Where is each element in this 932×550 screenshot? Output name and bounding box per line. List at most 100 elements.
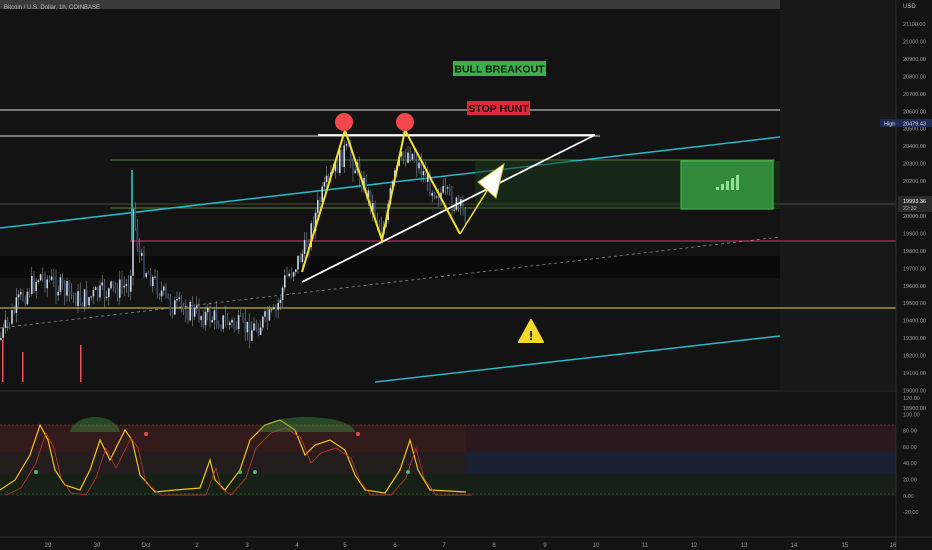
candle-body <box>257 329 260 335</box>
osc-tick-label: 120.00 <box>903 396 920 402</box>
price-tick-label: 20300.00 <box>903 162 926 168</box>
price-tick-label: 21100.00 <box>903 22 926 28</box>
price-axis[interactable] <box>896 0 932 550</box>
candle-body <box>242 316 244 319</box>
candle-body <box>191 301 194 317</box>
candle-body <box>319 200 321 202</box>
candle-body <box>292 272 295 277</box>
osc-tick-label: 80.00 <box>903 429 917 435</box>
candle-body <box>160 290 163 297</box>
osc-cross-marker <box>144 432 148 436</box>
top-bar <box>0 0 800 9</box>
candle-body <box>345 143 348 146</box>
candle-body <box>418 162 420 169</box>
candle-body <box>202 316 205 326</box>
candle-body <box>235 326 238 330</box>
candle-body <box>138 246 141 256</box>
candle-body <box>53 276 55 279</box>
candle-body <box>317 200 319 213</box>
candle-body <box>413 153 416 162</box>
candle-body <box>37 280 40 283</box>
candle-body <box>200 316 202 321</box>
time-axis[interactable]: 29 30 Oct 2 3 4 5 6 7 8 9 10 11 12 13 14 15 16 <box>45 543 897 549</box>
candle-body <box>303 239 306 254</box>
warning-glyph: ! <box>529 328 533 343</box>
osc-cross-marker <box>253 470 257 474</box>
candle-body <box>4 319 7 328</box>
candle-body <box>154 276 156 278</box>
time-tick-label: 30 <box>94 543 101 549</box>
candle-body <box>288 273 290 277</box>
candle-body <box>213 310 216 321</box>
candle-body <box>180 297 183 306</box>
candle-body <box>431 192 433 196</box>
candle-body <box>174 300 176 315</box>
price-tick-label: 19600.00 <box>903 284 926 290</box>
candle-body <box>178 297 180 299</box>
candle-body <box>127 284 130 292</box>
time-tick-label: 15 <box>842 543 849 549</box>
osc-overbought-fill <box>70 417 120 432</box>
candle-body <box>72 293 75 296</box>
candle-body <box>237 315 240 330</box>
candle-body <box>222 315 224 329</box>
candle-body <box>13 310 15 313</box>
candle-body <box>233 319 235 327</box>
candle-body <box>110 281 112 289</box>
osc-cross-marker <box>406 470 410 474</box>
candle-body <box>26 291 29 305</box>
candle-body <box>189 301 191 321</box>
candle-body <box>321 186 323 202</box>
osc-cross-marker <box>238 470 242 474</box>
candle-body <box>119 279 121 298</box>
candle-body <box>449 187 451 192</box>
candle-body <box>33 276 35 291</box>
osc-tick-label: 20.00 <box>903 478 917 484</box>
candle-body <box>88 297 90 306</box>
candle-body <box>207 308 209 313</box>
candle-body <box>378 222 381 225</box>
candle-body <box>224 315 227 319</box>
candle-body <box>339 149 341 173</box>
current-price-value: 19993.36 <box>903 199 926 205</box>
double-top-pattern[interactable] <box>301 126 461 273</box>
candle-body <box>306 239 308 249</box>
candle-body <box>343 145 345 167</box>
price-tick-label: 19900.00 <box>903 231 926 237</box>
candle-body <box>218 324 220 328</box>
candle-body <box>169 298 172 311</box>
time-tick-label: 6 <box>393 543 397 549</box>
candle-body <box>94 287 97 291</box>
future-region <box>780 0 896 390</box>
candle-body <box>68 281 70 292</box>
candle-body <box>301 253 304 263</box>
candle-body <box>279 299 282 303</box>
candle-body <box>125 284 128 286</box>
time-tick-label: 3 <box>245 543 249 549</box>
chart-canvas[interactable]: Bitcoin / U.S. Dollar, 1h, COINBASE BULL… <box>0 0 932 550</box>
channel-lower-line[interactable] <box>374 335 781 383</box>
candle-body <box>44 274 46 289</box>
candle-body <box>75 295 77 307</box>
candle-body <box>145 273 147 277</box>
price-tick-label: 20000.00 <box>903 214 926 220</box>
price-tick-label: 19700.00 <box>903 266 926 272</box>
candle-body <box>284 275 286 288</box>
osc-cross-marker <box>356 432 360 436</box>
candle-body <box>444 185 447 189</box>
candle-body <box>253 323 255 331</box>
candle-body <box>435 196 438 198</box>
candle-body <box>424 171 427 182</box>
candle-body <box>266 311 268 321</box>
candle-body <box>31 276 33 295</box>
price-tick-label: 19300.00 <box>903 336 926 342</box>
candle-body <box>42 274 44 276</box>
osc-mid-zone <box>0 452 466 474</box>
volume-band <box>0 256 784 278</box>
candle-body <box>79 291 81 304</box>
candle-body <box>240 315 242 317</box>
stop-hunt-label: STOP HUNT <box>468 103 529 115</box>
dashed-trendline[interactable] <box>0 236 781 329</box>
candle-body <box>323 182 326 187</box>
candle-body <box>163 286 165 291</box>
